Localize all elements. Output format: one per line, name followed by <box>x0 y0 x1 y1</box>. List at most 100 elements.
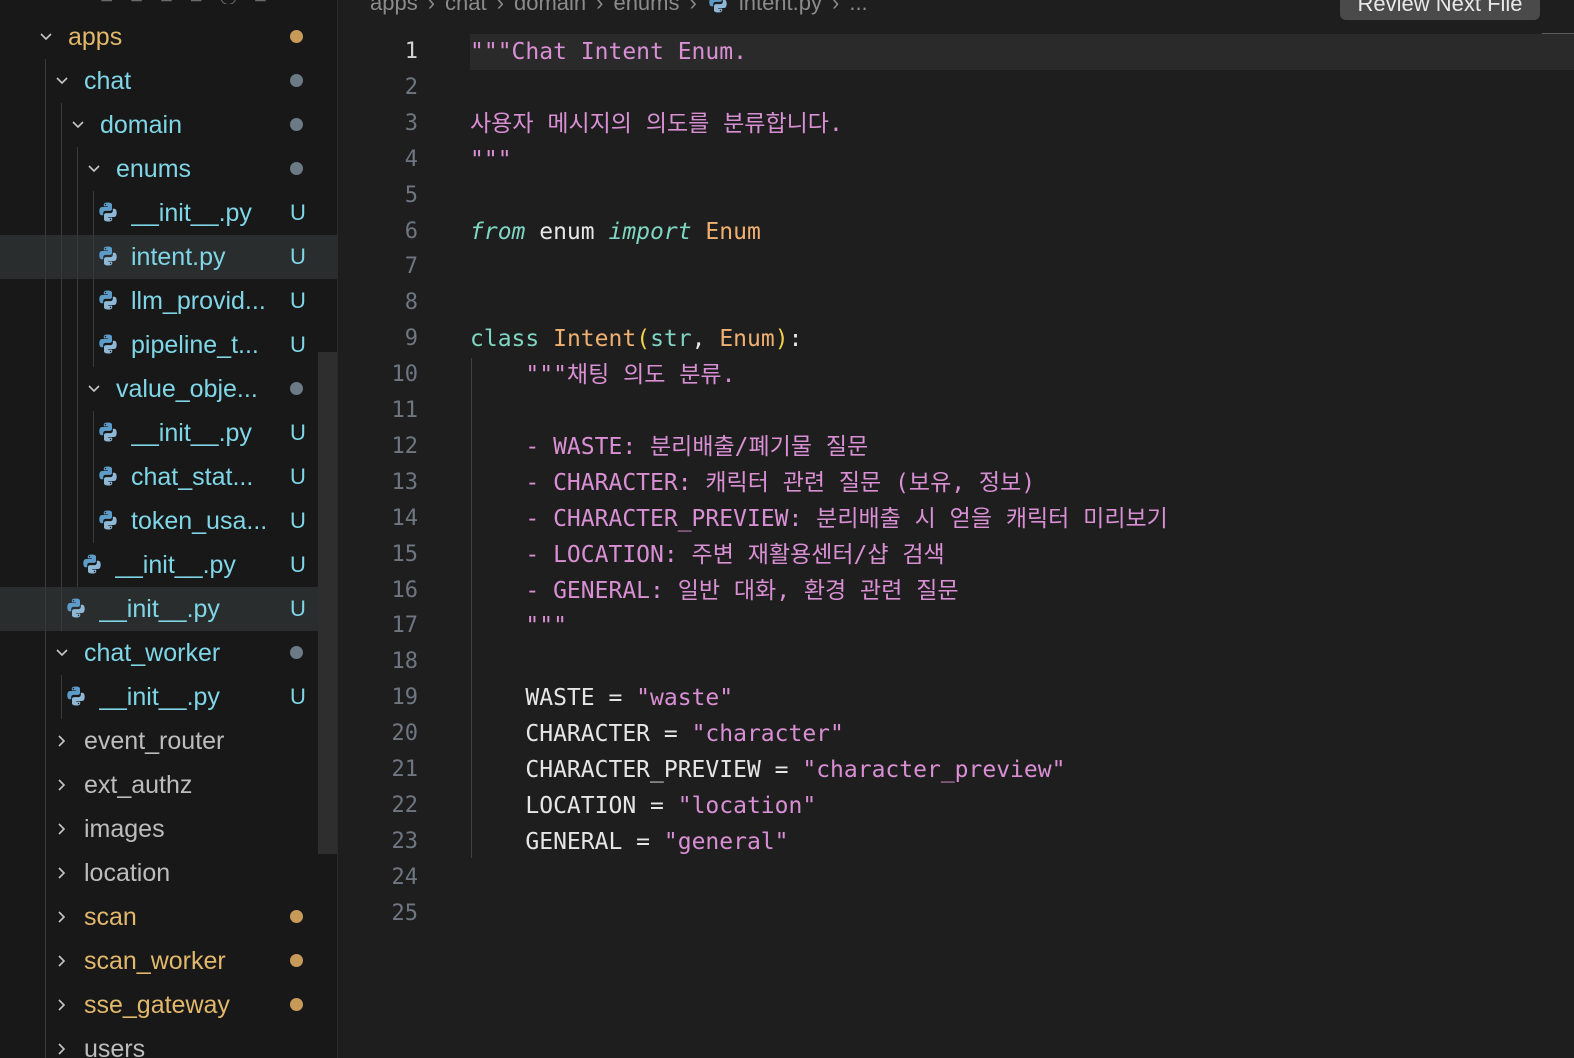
chevron-right-icon[interactable] <box>55 954 69 968</box>
sidebar-toolbar-peek: ⊟ ⊞ ⊡ ⊟ ◯ ⊟ <box>100 0 320 4</box>
tree-folder[interactable]: event_router <box>0 719 337 763</box>
breadcrumb-item[interactable]: apps <box>370 0 418 16</box>
breadcrumb-item[interactable]: domain <box>514 0 586 16</box>
git-status-untracked: U <box>290 332 306 357</box>
git-modified-dot <box>290 74 303 87</box>
python-file-icon <box>97 509 119 531</box>
code-line[interactable]: """ <box>470 142 512 178</box>
chevron-right-icon[interactable] <box>55 910 69 924</box>
chevron-right-icon[interactable] <box>55 866 69 880</box>
code-line[interactable]: - CHARACTER_PREVIEW: 분리배출 시 얻을 캐릭터 미리보기 <box>470 501 1167 537</box>
line-number: 25 <box>391 900 419 926</box>
code-token: Enum <box>691 218 761 245</box>
tree-folder[interactable]: scan <box>0 895 337 939</box>
breadcrumb-separator: › <box>427 0 436 15</box>
tree-folder[interactable]: apps <box>0 15 337 59</box>
code-token: ( <box>636 326 651 353</box>
tree-folder[interactable]: images <box>0 807 337 851</box>
code-token: """채팅 의도 분류. <box>470 362 736 389</box>
chevron-right-icon[interactable] <box>55 998 69 1012</box>
line-number: 14 <box>391 505 419 531</box>
chevron-down-icon[interactable] <box>87 162 101 176</box>
chevron-right-icon[interactable] <box>55 1042 69 1056</box>
git-modified-dot <box>290 954 303 967</box>
chevron-right-icon[interactable] <box>55 734 69 748</box>
tree-item-label: __init__.py <box>115 550 236 579</box>
tree-item-label: users <box>84 1034 146 1058</box>
git-status-untracked: U <box>290 244 306 269</box>
tree-file[interactable]: intent.py U <box>0 235 337 279</box>
code-line[interactable]: CHARACTER = "character" <box>470 716 844 752</box>
code-token: str <box>650 326 692 353</box>
tree-folder[interactable]: location <box>0 851 337 895</box>
tree-file[interactable]: llm_provid... U <box>0 279 337 323</box>
code-line[interactable]: """ <box>470 608 567 644</box>
tree-folder[interactable]: scan_worker <box>0 939 337 983</box>
code-line[interactable]: GENERAL = "general" <box>470 824 788 860</box>
tree-file[interactable]: __init__.py U <box>0 675 337 719</box>
tree-file[interactable]: chat_stat... U <box>0 455 337 499</box>
git-modified-dot <box>290 998 303 1011</box>
line-number: 13 <box>391 469 419 495</box>
line-number: 24 <box>391 864 419 890</box>
tree-file[interactable]: pipeline_t... U <box>0 323 337 367</box>
tree-item-label: enums <box>116 154 192 183</box>
code-token: CHARACTER_PREVIEW = <box>470 757 803 783</box>
code-line[interactable]: - WASTE: 분리배출/폐기물 질문 <box>470 429 868 465</box>
code-token: "waste" <box>636 685 734 712</box>
tree-folder[interactable]: enums <box>0 147 337 191</box>
code-line[interactable]: """채팅 의도 분류. <box>470 357 735 393</box>
chevron-down-icon[interactable] <box>55 646 69 660</box>
tree-item-label: llm_provid... <box>131 286 266 315</box>
chevron-right-icon[interactable] <box>55 822 69 836</box>
tree-file[interactable]: __init__.py U <box>0 543 337 587</box>
tree-folder[interactable]: ext_authz <box>0 763 337 807</box>
code-token: 사용자 메시지의 의도를 분류합니다. <box>470 110 843 137</box>
code-line[interactable]: - LOCATION: 주변 재활용센터/샵 검색 <box>470 537 944 573</box>
code-line[interactable]: WASTE = "waste" <box>470 680 733 716</box>
tree-item-label: __init__.py <box>99 682 220 711</box>
code-line[interactable]: CHARACTER_PREVIEW = "character_preview" <box>470 752 1065 788</box>
chevron-down-icon[interactable] <box>39 30 53 44</box>
tree-file[interactable]: __init__.py U <box>0 191 337 235</box>
code-line[interactable]: 사용자 메시지의 의도를 분류합니다. <box>470 106 843 142</box>
tree-file[interactable]: token_usa... U <box>0 499 337 543</box>
line-number: 9 <box>404 326 418 352</box>
review-next-file-button[interactable]: Review Next File <box>1340 0 1540 20</box>
code-line[interactable]: """Chat Intent Enum. <box>470 34 747 70</box>
code-line[interactable]: - CHARACTER: 캐릭터 관련 질문 (보유, 정보) <box>470 465 1035 501</box>
python-file-icon <box>97 289 119 311</box>
code-token: WASTE = <box>470 685 637 712</box>
tree-folder[interactable]: sse_gateway <box>0 983 337 1027</box>
tree-folder[interactable]: users <box>0 1027 337 1058</box>
python-file-icon <box>65 597 87 619</box>
line-number: 2 <box>404 74 418 100</box>
breadcrumb-item[interactable]: chat <box>445 0 487 16</box>
code-token: """ <box>470 146 512 173</box>
breadcrumb-item[interactable]: enums <box>613 0 679 16</box>
tree-folder[interactable]: domain <box>0 103 337 147</box>
tree-folder[interactable]: chat_worker <box>0 631 337 675</box>
chevron-down-icon[interactable] <box>87 382 101 396</box>
tree-folder[interactable]: chat <box>0 59 337 103</box>
breadcrumb-item[interactable]: ... <box>849 0 867 16</box>
code-line[interactable]: from enum import Enum <box>470 214 761 250</box>
sidebar-scrollbar-thumb[interactable] <box>318 352 337 854</box>
chevron-right-icon[interactable] <box>55 778 69 792</box>
tree-item-label: chat_stat... <box>131 462 254 491</box>
tree-folder[interactable]: value_obje... <box>0 367 337 411</box>
chevron-down-icon[interactable] <box>71 118 85 132</box>
line-number: 19 <box>391 685 419 711</box>
line-number: 12 <box>391 433 419 459</box>
code-line[interactable]: class Intent(str, Enum): <box>470 321 802 357</box>
tree-file[interactable]: __init__.py U <box>0 411 337 455</box>
tree-item-label: __init__.py <box>131 198 252 227</box>
tree-item-label: chat <box>84 66 132 95</box>
tree-file[interactable]: __init__.py U <box>0 587 337 631</box>
git-modified-dot <box>290 162 303 175</box>
python-file-icon <box>97 201 119 223</box>
breadcrumb-item[interactable]: intent.py <box>739 0 822 16</box>
code-line[interactable]: - GENERAL: 일반 대화, 환경 관련 질문 <box>470 573 958 609</box>
chevron-down-icon[interactable] <box>55 74 69 88</box>
code-line[interactable]: LOCATION = "location" <box>470 788 816 824</box>
